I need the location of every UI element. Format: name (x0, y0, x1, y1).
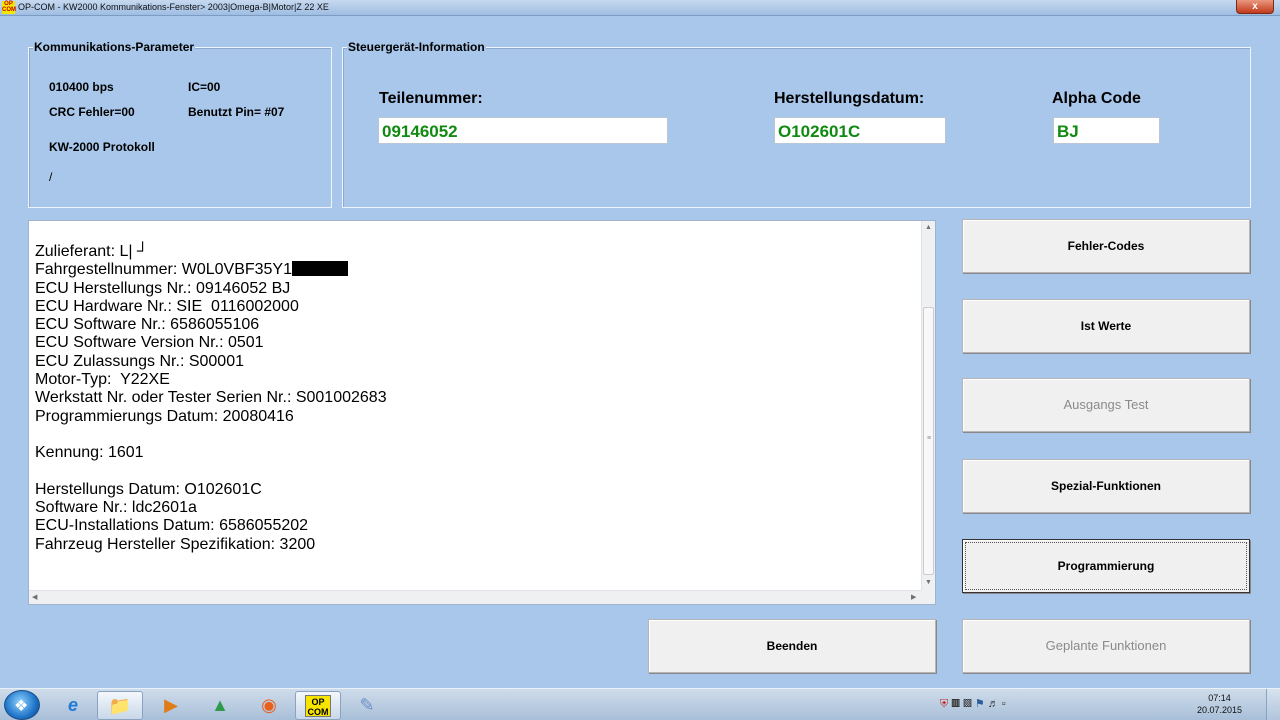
info-line: Fahrgestellnummer: W0L0VBF35Y1 (35, 261, 387, 279)
ausgangs-test-button[interactable]: Ausgangs Test (962, 378, 1250, 432)
signal-icon[interactable]: ▫ (1002, 698, 1009, 710)
scroll-down-icon[interactable]: ▼ (925, 579, 932, 586)
ecu-info-textarea[interactable]: Zulieferant: L| ┘ Fahrgestellnummer: W0L… (28, 220, 936, 605)
comm-params-legend: Kommunikations-Parameter (33, 40, 196, 54)
flag-icon[interactable]: ⚑ (975, 698, 988, 710)
protocol-label: KW-2000 Protokoll (49, 140, 155, 154)
vertical-scrollbar[interactable]: ▲ ≡ ▼ (921, 221, 935, 591)
info-line (35, 426, 387, 444)
info-line: Zulieferant: L| ┘ (35, 243, 149, 260)
horizontal-scrollbar[interactable]: ◀ ▶ (29, 590, 923, 604)
info-line: Fahrzeug Hersteller Spezifikation: 3200 (35, 535, 316, 553)
used-pin: Benutzt Pin= #07 (188, 105, 285, 119)
info-line: ECU Software Version Nr.: 0501 (35, 334, 264, 352)
info-line: ECU-Installations Datum: 6586055202 (35, 517, 309, 535)
info-line: ECU Herstellungs Nr.: 09146052 BJ (35, 279, 291, 297)
status-slash: / (49, 170, 53, 184)
paint-icon[interactable]: ✎ (344, 691, 390, 720)
clock-time: 07:14 (1208, 693, 1231, 703)
info-line (35, 463, 387, 481)
google-drive-icon[interactable]: ▲ (197, 691, 243, 720)
clock[interactable]: 07:14 20.07.2015 (1197, 692, 1242, 716)
part-number-label: Teilenummer: (379, 90, 483, 107)
info-line: Programmierungs Datum: 20080416 (35, 407, 294, 425)
firefox-icon[interactable]: ◉ (246, 691, 292, 720)
scroll-right-icon[interactable]: ▶ (911, 593, 916, 601)
scroll-left-icon[interactable]: ◀ (32, 593, 37, 601)
system-tray[interactable]: ⛨▦▩⚑♬▫ (940, 697, 1009, 711)
ecu-info-group: Steuergerät-Information Teilenummer: 091… (342, 40, 1251, 208)
opcom-app-icon: OP COM (2, 1, 16, 14)
ecu-info-legend: Steuergerät-Information (347, 40, 486, 54)
scroll-corner (921, 590, 935, 604)
crc-errors: CRC Fehler=00 (49, 105, 135, 119)
ic-value: IC=00 (188, 80, 221, 94)
alpha-code-field[interactable]: BJ (1053, 117, 1160, 144)
opcom-taskbar-item[interactable]: OP COM (295, 691, 341, 720)
media-player-icon[interactable]: ▶ (148, 691, 194, 720)
programmierung-button[interactable]: Programmierung (962, 539, 1250, 593)
file-explorer-icon[interactable]: 📁 (97, 691, 143, 720)
windows-logo-icon: ❖ (14, 698, 29, 715)
comm-params-group: Kommunikations-Parameter 010400 bps IC=0… (28, 40, 332, 208)
internet-explorer-icon[interactable]: e (50, 691, 96, 720)
ist-werte-button[interactable]: Ist Werte (962, 299, 1250, 353)
show-desktop-button[interactable] (1266, 689, 1280, 720)
window-title: OP-COM - KW2000 Kommunikations-Fenster> … (18, 2, 329, 12)
network-icon[interactable]: ▩ (963, 698, 975, 710)
geplante-funktionen-button[interactable]: Geplante Funktionen (962, 619, 1250, 673)
info-line: Herstellungs Datum: O102601C (35, 480, 262, 498)
part-number-field[interactable]: 09146052 (378, 117, 668, 144)
spezial-funktionen-button[interactable]: Spezial-Funktionen (962, 459, 1250, 513)
windows-flag-icon[interactable]: ▦ (951, 698, 963, 710)
shield-icon[interactable]: ⛨ (940, 698, 951, 710)
scroll-up-icon[interactable]: ▲ (925, 224, 932, 231)
info-line: ECU Software Nr.: 6586055106 (35, 316, 260, 334)
info-line: ECU Hardware Nr.: SIE 0116002000 (35, 297, 299, 315)
info-line: Software Nr.: ldc2601a (35, 499, 197, 517)
title-bar: OP COM OP-COM - KW2000 Kommunikations-Fe… (0, 0, 1280, 16)
taskbar: ❖ e 📁 ▶ ▲ ◉ OP COM ✎ ⛨▦▩⚑♬▫ 07:14 20.07.… (0, 688, 1280, 720)
clock-date: 20.07.2015 (1196, 705, 1242, 715)
vertical-scroll-thumb[interactable]: ≡ (923, 307, 934, 575)
manufacture-date-field[interactable]: O102601C (774, 117, 946, 144)
redaction-block (292, 261, 348, 277)
baud-rate: 010400 bps (49, 80, 114, 94)
start-button[interactable]: ❖ (4, 690, 40, 720)
manufacture-date-label: Herstellungsdatum: (774, 90, 925, 107)
opcom-icon: OP COM (305, 695, 331, 717)
beenden-button[interactable]: Beenden (648, 619, 936, 673)
info-line: Werkstatt Nr. oder Tester Serien Nr.: S0… (35, 389, 387, 407)
grip-icon: ≡ (927, 435, 932, 442)
info-lines: Zulieferant: L| ┘ Fahrgestellnummer: W0L… (35, 243, 387, 554)
close-button[interactable]: x (1236, 0, 1274, 14)
alpha-code-label: Alpha Code (1052, 90, 1141, 107)
info-line: Kennung: 1601 (35, 444, 144, 462)
vin-text: Fahrgestellnummer: W0L0VBF35Y1 (35, 261, 292, 279)
info-line: ECU Zulassungs Nr.: S00001 (35, 352, 244, 370)
fehler-codes-button[interactable]: Fehler-Codes (962, 219, 1250, 273)
info-line: Motor-Typ: Y22XE (35, 371, 170, 389)
volume-icon[interactable]: ♬ (988, 698, 1002, 710)
